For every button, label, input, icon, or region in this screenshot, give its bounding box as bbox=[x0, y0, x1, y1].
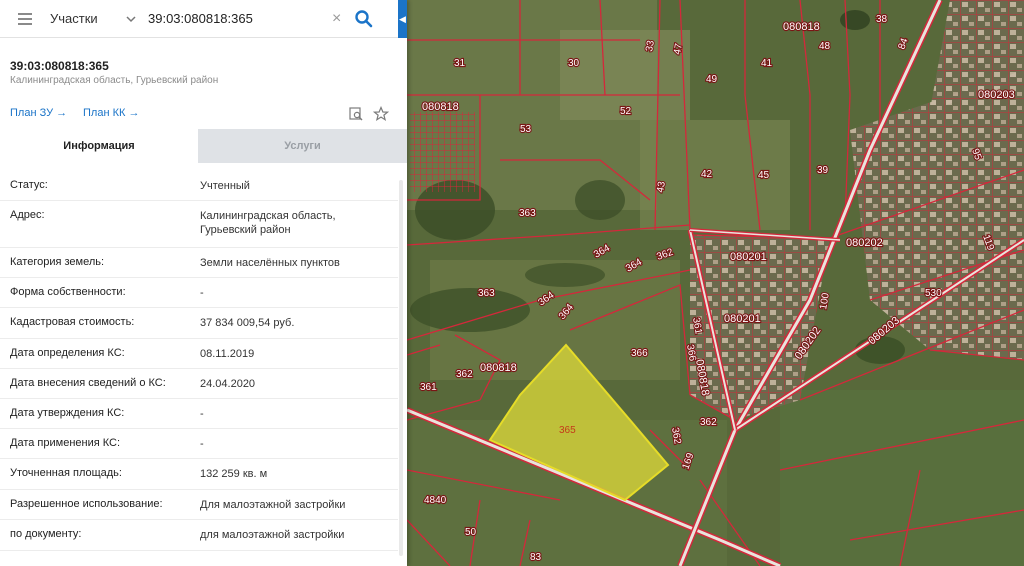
scrollbar[interactable] bbox=[399, 180, 403, 556]
map-label: 45 bbox=[758, 170, 770, 181]
close-icon[interactable]: × bbox=[332, 10, 346, 27]
map-label: 52 bbox=[620, 106, 632, 117]
quarter-label: 080202 bbox=[846, 237, 883, 249]
map-label: 362 bbox=[456, 369, 473, 380]
search-input[interactable] bbox=[148, 11, 318, 26]
map-label: 41 bbox=[761, 58, 773, 69]
info-row-value: 08.11.2019 bbox=[200, 348, 255, 360]
info-row: Кадастровая стоимость: 37 834 009,54 руб. bbox=[0, 308, 398, 339]
quarter-label: 080201 bbox=[724, 313, 761, 325]
map-label: 362 bbox=[700, 417, 717, 428]
map-label: 48 bbox=[819, 41, 831, 52]
chevron-left-icon: ◀ bbox=[399, 13, 406, 24]
info-row-value: Калининградская область, Гурьевский райо… bbox=[200, 210, 336, 236]
info-row-value: Земли населённых пунктов bbox=[200, 257, 340, 269]
map-label: 83 bbox=[530, 552, 542, 563]
collapse-panel-button[interactable]: ◀ bbox=[398, 0, 407, 38]
map-label: 366 bbox=[631, 348, 648, 359]
info-row-key: Форма собственности: bbox=[10, 286, 126, 298]
category-select[interactable]: Участки bbox=[50, 11, 120, 26]
map-label: 361 bbox=[420, 382, 437, 393]
info-row-key: Дата внесения сведений о КС: bbox=[10, 377, 166, 389]
map-label: 53 bbox=[520, 124, 532, 135]
info-row-value: Для малоэтажной застройки bbox=[200, 499, 346, 511]
search-bar: Участки × bbox=[0, 0, 398, 38]
map-label-selected: 365 bbox=[559, 425, 576, 436]
info-row-key: Кадастровая стоимость: bbox=[10, 316, 135, 328]
info-row-key: Дата утверждения КС: bbox=[10, 407, 125, 419]
info-row-key: Дата применения КС: bbox=[10, 437, 121, 449]
info-row-key: Статус: bbox=[10, 179, 48, 191]
info-row: Адрес: Калининградская область, Гурьевски… bbox=[0, 201, 398, 248]
tab-services[interactable]: Услуги bbox=[198, 129, 407, 163]
info-row: Дата утверждения КС: - bbox=[0, 399, 398, 429]
info-row-key: по документу: bbox=[10, 528, 82, 540]
map-label: 42 bbox=[701, 169, 713, 180]
info-row-value: 37 834 009,54 руб. bbox=[200, 317, 295, 329]
quarter-label: 080818 bbox=[783, 21, 820, 33]
info-row-value: Учтенный bbox=[200, 180, 250, 192]
star-icon[interactable] bbox=[373, 106, 389, 122]
quarter-label: 080818 bbox=[480, 362, 517, 374]
chevron-down-icon[interactable] bbox=[126, 14, 136, 24]
info-row: Статус: Учтенный bbox=[0, 171, 398, 201]
map-label: 4840 bbox=[424, 495, 447, 506]
info-row-value: 24.04.2020 bbox=[200, 378, 256, 390]
info-row: Разрешенное использование: Для малоэтажно… bbox=[0, 490, 398, 520]
tab-info[interactable]: Информация bbox=[0, 129, 198, 163]
info-row-key: Категория земель: bbox=[10, 256, 105, 268]
info-row: Дата определения КС: 08.11.2019 bbox=[0, 339, 398, 369]
info-row-key: Дата определения КС: bbox=[10, 347, 125, 359]
map-label: 530 bbox=[925, 288, 942, 299]
info-row: по документу: для малоэтажной застройки bbox=[0, 520, 398, 551]
info-row-value: - bbox=[200, 438, 204, 450]
info-row: Категория земель: Земли населённых пункто… bbox=[0, 248, 398, 278]
info-row-value: 132 259 кв. м bbox=[200, 468, 268, 480]
info-row-key: Адрес: bbox=[10, 209, 45, 221]
info-row: Дата применения КС: - bbox=[0, 429, 398, 459]
map-label: 38 bbox=[876, 14, 888, 25]
info-row-value: для малоэтажной застройки bbox=[200, 529, 345, 541]
quarter-label: 080201 bbox=[730, 251, 767, 263]
map-label: 363 bbox=[478, 288, 495, 299]
map-search-icon[interactable] bbox=[349, 107, 363, 121]
object-address: Калининградская область, Гурьевский райо… bbox=[10, 75, 219, 86]
info-row-key: Разрешенное использование: bbox=[10, 498, 163, 510]
map-label: 31 bbox=[454, 58, 466, 69]
info-table: Статус: Учтенный Адрес: Калининградская обл… bbox=[0, 171, 398, 551]
info-row: Форма собственности: - bbox=[0, 278, 398, 308]
info-row: Дата внесения сведений о КС: 24.04.2020 bbox=[0, 369, 398, 399]
subdivision-grid bbox=[410, 112, 475, 192]
plan-links: План ЗУ → План КК → bbox=[10, 106, 390, 123]
map-label: 30 bbox=[568, 58, 580, 69]
map-label: 49 bbox=[706, 74, 718, 85]
info-panel: Участки × ◀ 39:03:080818:365 Калининград… bbox=[0, 0, 407, 566]
cadastral-number: 39:03:080818:365 bbox=[10, 59, 109, 73]
info-row-key: Уточненная площадь: bbox=[10, 467, 122, 479]
tabs: Информация Услуги bbox=[0, 129, 407, 163]
map-label: 50 bbox=[465, 527, 477, 538]
info-row-value: - bbox=[200, 287, 204, 299]
quarter-label: 080818 bbox=[422, 101, 459, 113]
info-row-value: - bbox=[200, 408, 204, 420]
object-header: 39:03:080818:365 Калининградская область… bbox=[10, 59, 218, 86]
quarter-label: 080203 bbox=[978, 89, 1015, 101]
search-icon[interactable] bbox=[354, 9, 374, 29]
info-row: Уточненная площадь: 132 259 кв. м bbox=[0, 459, 398, 490]
plan-kk-link[interactable]: План КК → bbox=[83, 107, 139, 119]
map-label: 363 bbox=[519, 208, 536, 219]
hamburger-icon[interactable] bbox=[18, 12, 32, 25]
plan-zu-link[interactable]: План ЗУ → bbox=[10, 107, 67, 119]
map-label: 39 bbox=[817, 165, 829, 176]
